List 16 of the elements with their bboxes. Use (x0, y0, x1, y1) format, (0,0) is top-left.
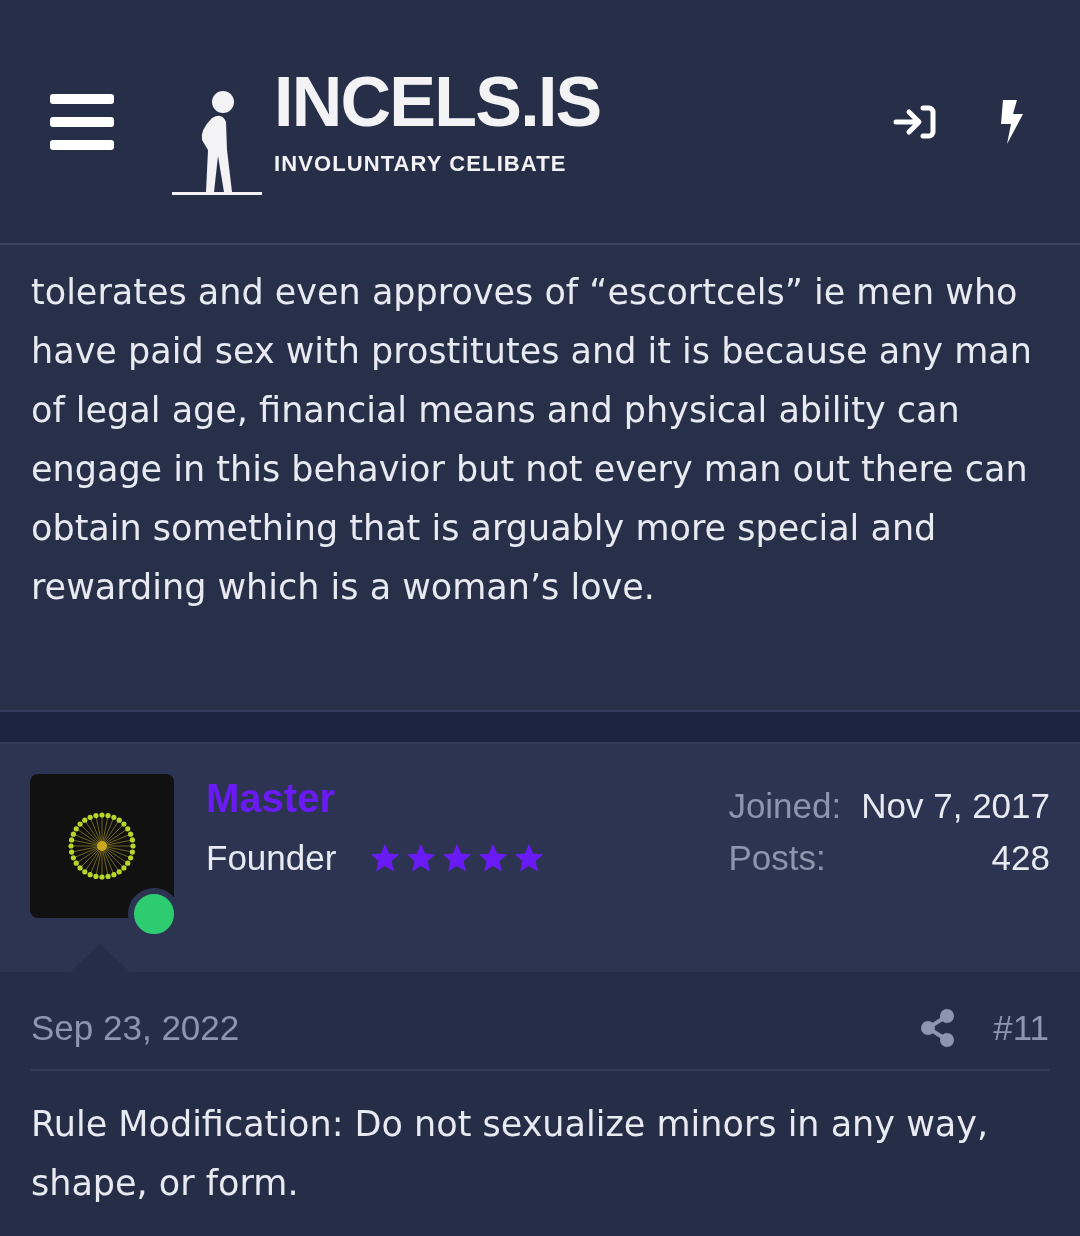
stat-label: Posts: (728, 837, 827, 879)
user-title: Founder (206, 837, 337, 879)
post-text: tolerates and even approves of “escortcels” ie men who have paid sex with prostitutes and it is because any man of legal age, financial means and physical ability can engage in this behavior but not every man out there can obtain something that is arguably more special and rewarding which is a woman’s love. (31, 271, 1033, 609)
menu-icon[interactable] (50, 93, 114, 150)
share-icon[interactable] (921, 1009, 956, 1048)
login-icon[interactable] (893, 103, 937, 140)
post-number[interactable]: #11 (993, 1002, 1049, 1055)
standing-figure-icon (172, 89, 262, 196)
stat-label: Joined: (728, 785, 842, 827)
logo-title: INCELS.IS (274, 67, 601, 137)
post-date[interactable]: Sep 23, 2022 (31, 1002, 240, 1055)
stat-value: 428 (990, 837, 1050, 879)
stat-value: Nov 7, 2017 (861, 785, 1050, 827)
logo-subtitle: INVOLUNTARY CELIBATE (274, 150, 568, 178)
post-text: Rule Modification: Do not sexualize minors in any way, shape, or form. (31, 1102, 990, 1205)
avatar[interactable] (30, 774, 174, 918)
